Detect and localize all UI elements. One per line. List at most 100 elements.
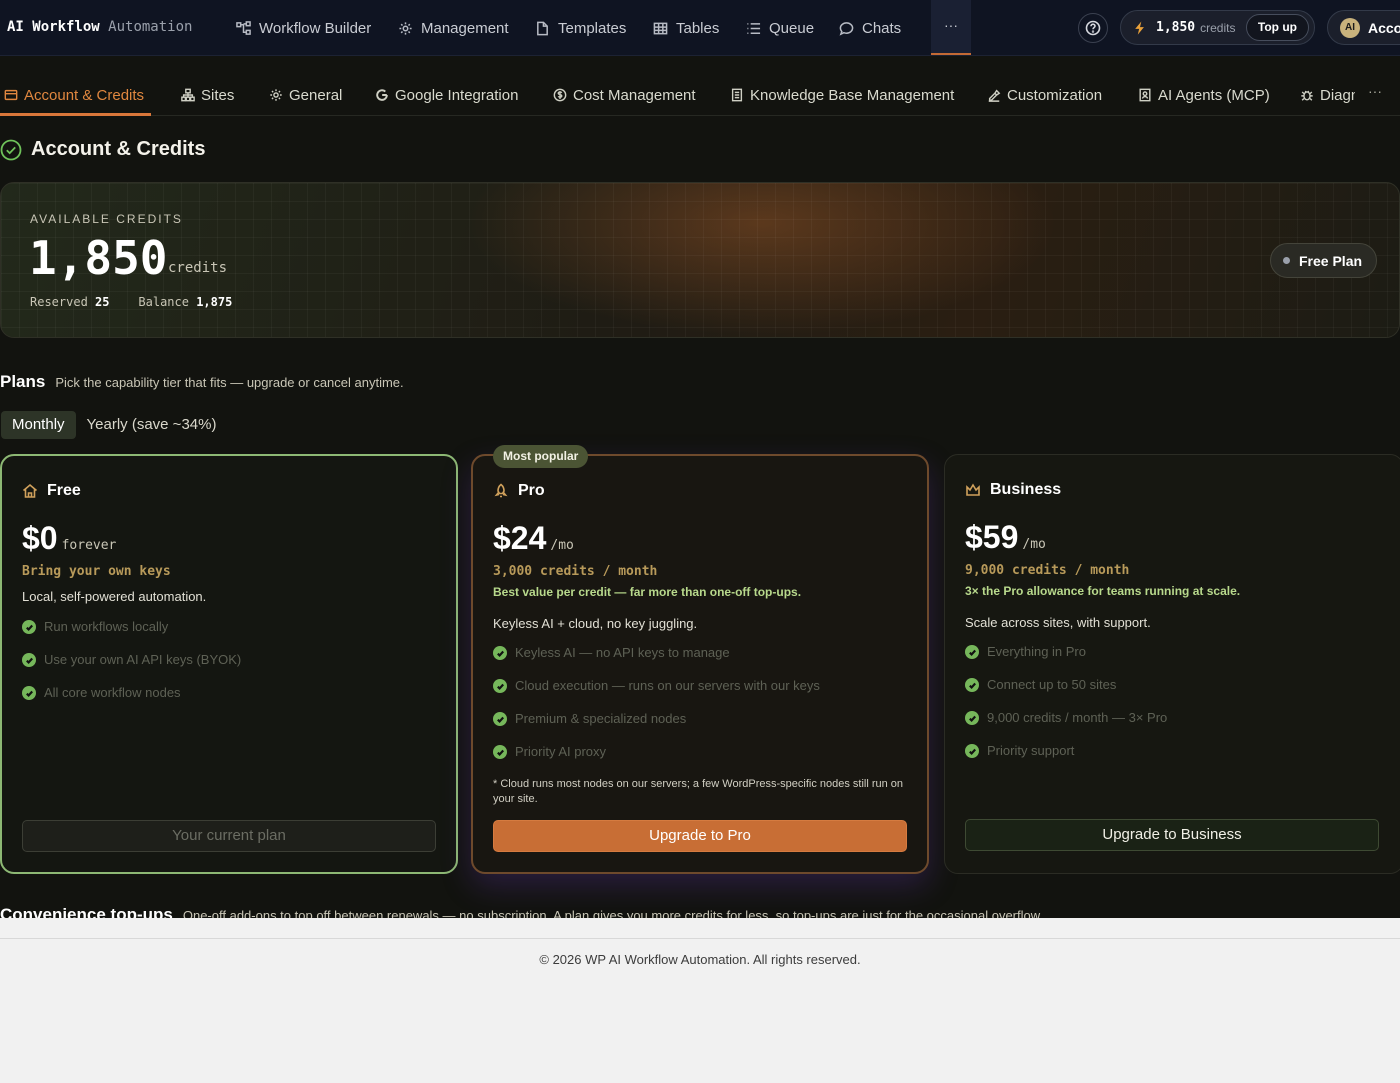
plan-description: Keyless AI + cloud, no key juggling. bbox=[493, 616, 698, 631]
table-icon bbox=[653, 22, 668, 34]
balance-label: Balance bbox=[138, 295, 189, 309]
tab-label: Diagnostics bbox=[1320, 86, 1355, 104]
brush-icon bbox=[988, 89, 1001, 102]
top-up-button[interactable]: Top up bbox=[1245, 14, 1309, 41]
nav-workflow-builder[interactable]: Workflow Builder bbox=[236, 17, 371, 39]
tab-google-integration[interactable]: Google Integration bbox=[375, 85, 518, 105]
check-icon bbox=[965, 711, 979, 725]
tab-diagnostics[interactable]: Diagnostics bbox=[1300, 85, 1355, 105]
check-icon bbox=[965, 744, 979, 758]
check-icon bbox=[965, 678, 979, 692]
plan-badge-label: Free Plan bbox=[1299, 252, 1363, 269]
credits-card: AVAILABLE CREDITS 1,850 credits Reserved… bbox=[0, 182, 1400, 338]
tab-ai-agents[interactable]: AI Agents (MCP) bbox=[1138, 85, 1270, 105]
upgrade-pro-button[interactable]: Upgrade to Pro bbox=[493, 820, 907, 852]
nav-label: Management bbox=[421, 19, 509, 37]
plan-note: 3× the Pro allowance for teams running a… bbox=[965, 584, 1241, 598]
list-item: Run workflows locally bbox=[22, 618, 241, 651]
list-item: Cloud execution — runs on our servers wi… bbox=[493, 677, 820, 710]
price-value: $59 bbox=[965, 519, 1019, 555]
book-icon bbox=[731, 88, 743, 102]
brand-name: AI Workflow bbox=[7, 19, 100, 35]
plans-title: Plans bbox=[0, 372, 46, 391]
billing-period-toggle: Monthly Yearly (save ~34%) bbox=[1, 411, 227, 439]
plan-price: $0 forever bbox=[22, 520, 116, 557]
agent-icon bbox=[1139, 88, 1151, 102]
feature-text: Keyless AI — no API keys to manage bbox=[515, 645, 730, 660]
tab-label: Cost Management bbox=[573, 86, 696, 104]
reserved-balance: Reserved 25 Balance 1,875 bbox=[30, 295, 232, 309]
tab-label: Knowledge Base Management bbox=[750, 86, 955, 104]
file-icon bbox=[537, 21, 548, 35]
settings-tabs: Account & Credits Sites General Google I… bbox=[0, 56, 1400, 116]
plan-note: Best value per credit — far more than on… bbox=[493, 585, 802, 599]
help-icon bbox=[1085, 20, 1101, 36]
nav-management[interactable]: Management bbox=[398, 17, 509, 39]
plan-footnote: * Cloud runs most nodes on our servers; … bbox=[493, 778, 904, 805]
nav-label: Workflow Builder bbox=[259, 19, 372, 37]
avatar: AI bbox=[1340, 17, 1360, 38]
plans-header: Plans Pick the capability tier that fits… bbox=[0, 372, 404, 392]
current-plan-button[interactable]: Your current plan bbox=[22, 820, 436, 852]
available-credits-label: AVAILABLE CREDITS bbox=[30, 212, 183, 226]
feature-text: 9,000 credits / month — 3× Pro bbox=[987, 710, 1168, 725]
tab-label: General bbox=[289, 86, 343, 104]
tab-customization[interactable]: Customization bbox=[987, 85, 1102, 105]
price-value: $24 bbox=[493, 520, 547, 556]
feature-text: Run workflows locally bbox=[44, 619, 169, 634]
list-item: Premium & specialized nodes bbox=[493, 710, 820, 743]
feature-list: Everything in Pro Connect up to 50 sites… bbox=[965, 643, 1167, 775]
tabs-more-button[interactable]: ··· bbox=[1368, 83, 1382, 99]
plan-price: $59 /mo bbox=[965, 519, 1046, 556]
reserved-label: Reserved bbox=[30, 295, 88, 309]
nav-queue[interactable]: Queue bbox=[746, 17, 814, 39]
feature-text: Premium & specialized nodes bbox=[515, 711, 687, 726]
chat-icon bbox=[839, 21, 854, 36]
gear-icon bbox=[399, 21, 412, 35]
copyright-text: © 2026 WP AI Workflow Automation. All ri… bbox=[539, 952, 861, 967]
plan-credits: 3,000 credits / month bbox=[493, 564, 658, 579]
price-unit: forever bbox=[61, 538, 117, 553]
check-icon bbox=[22, 653, 36, 667]
list-item: Use your own AI API keys (BYOK) bbox=[22, 651, 241, 684]
plan-card-free: Free $0 forever Bring your own keys Loca… bbox=[0, 454, 458, 874]
help-button[interactable] bbox=[1078, 13, 1108, 43]
page-title: Account & Credits bbox=[0, 138, 205, 161]
nav-tables[interactable]: Tables bbox=[653, 17, 719, 39]
check-icon bbox=[493, 646, 507, 660]
price-unit: /mo bbox=[550, 538, 574, 553]
plan-card-business: Business $59 /mo 9,000 credits / month 3… bbox=[944, 454, 1400, 874]
toggle-yearly[interactable]: Yearly (save ~34%) bbox=[76, 411, 228, 439]
tab-general[interactable]: General bbox=[269, 85, 342, 105]
check-icon bbox=[22, 620, 36, 634]
current-plan-badge: Free Plan bbox=[1270, 243, 1378, 278]
plan-header: Business bbox=[965, 481, 1061, 499]
check-icon bbox=[493, 679, 507, 693]
balance-value: 1,875 bbox=[196, 295, 233, 309]
account-menu[interactable]: AI Account bbox=[1327, 10, 1400, 45]
page-title-text: Account & Credits bbox=[31, 138, 206, 160]
plan-header: Pro bbox=[493, 482, 545, 500]
list-item: Priority support bbox=[965, 742, 1167, 775]
nav-more-button[interactable]: ··· bbox=[931, 0, 971, 55]
credits-indicator[interactable]: 1,850 credits Top up bbox=[1120, 10, 1315, 45]
feature-text: Use your own AI API keys (BYOK) bbox=[44, 652, 242, 667]
toggle-monthly[interactable]: Monthly bbox=[1, 411, 76, 439]
plan-name: Free bbox=[47, 482, 81, 499]
plan-header: Free bbox=[22, 482, 81, 500]
topups-header: Convenience top-ups One-off add-ons to t… bbox=[0, 905, 1043, 918]
nav-chats[interactable]: Chats bbox=[839, 17, 901, 39]
status-dot bbox=[1283, 257, 1290, 264]
tab-label: Sites bbox=[201, 86, 235, 104]
upgrade-business-button[interactable]: Upgrade to Business bbox=[965, 819, 1379, 851]
tab-sites[interactable]: Sites bbox=[181, 85, 234, 105]
nav-templates[interactable]: Templates bbox=[535, 17, 626, 39]
tab-cost-management[interactable]: Cost Management bbox=[553, 85, 696, 105]
feature-text: Everything in Pro bbox=[987, 644, 1086, 659]
price-unit: /mo bbox=[1022, 537, 1046, 552]
plan-credits: Bring your own keys bbox=[22, 564, 171, 579]
feature-text: Cloud execution — runs on our servers wi… bbox=[515, 678, 820, 693]
tab-knowledge-base[interactable]: Knowledge Base Management bbox=[730, 85, 954, 105]
brand-logo[interactable]: AI Workflow Automation bbox=[7, 19, 192, 35]
tab-account-credits[interactable]: Account & Credits bbox=[4, 85, 144, 105]
